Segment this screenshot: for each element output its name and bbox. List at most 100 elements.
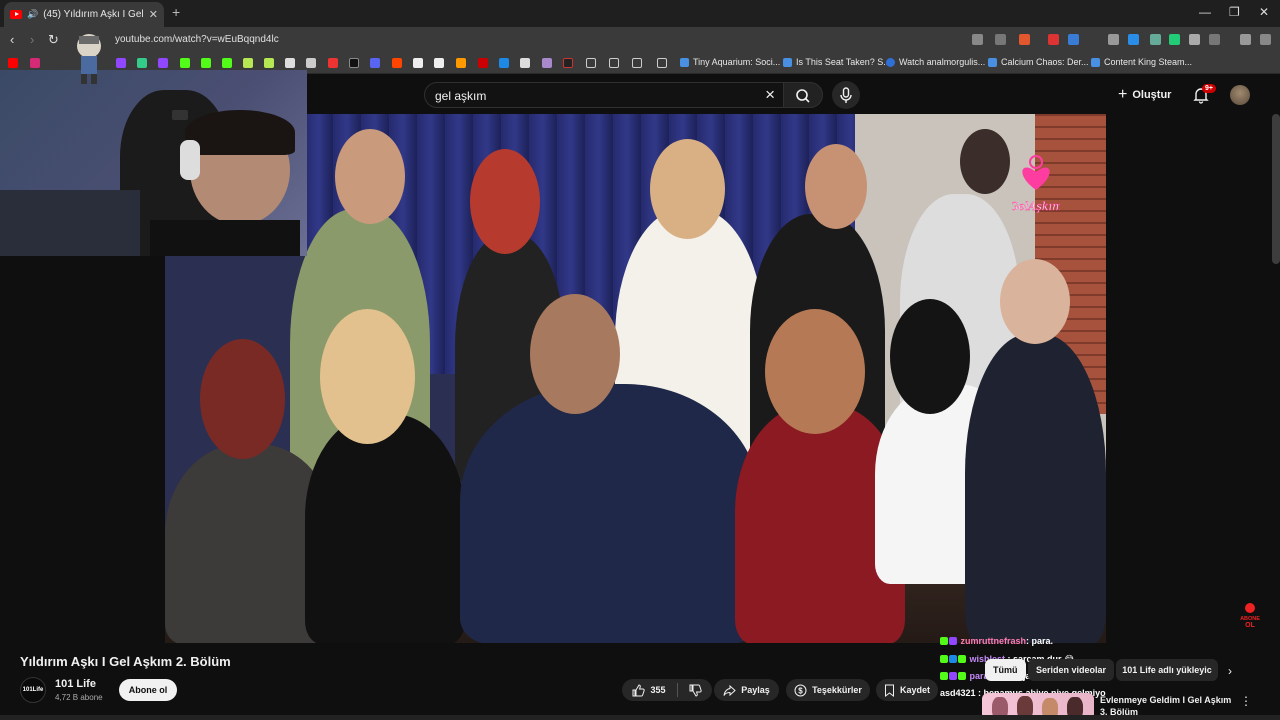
channel-name[interactable]: 101 Life <box>55 678 96 690</box>
menu-icon[interactable] <box>1260 34 1271 45</box>
extension-icon-6[interactable] <box>1169 34 1180 45</box>
bookmark-label: Is This Seat Taken? S... <box>796 57 891 67</box>
bookmark-folder-icon-2[interactable] <box>609 58 619 68</box>
bookmark-icon-f[interactable] <box>306 58 316 68</box>
search-box[interactable]: gel aşkım × <box>424 82 786 108</box>
user-avatar[interactable] <box>1230 85 1250 105</box>
bookmark-icon-g[interactable] <box>328 58 338 68</box>
thumbs-down-icon[interactable] <box>689 684 702 697</box>
thanks-button[interactable]: $ Teşekkürler <box>786 679 870 701</box>
like-button[interactable]: 355 <box>632 683 666 697</box>
chip-next-chevron-icon[interactable]: › <box>1228 664 1232 678</box>
bookmark-icon-j[interactable] <box>456 58 466 68</box>
bookmark-kick-icon-2[interactable] <box>201 58 211 68</box>
forward-icon[interactable]: › <box>30 32 34 47</box>
more-options-icon[interactable]: ⋮ <box>1240 694 1252 708</box>
bookmark-icon-e[interactable] <box>285 58 295 68</box>
install-icon[interactable] <box>972 34 983 45</box>
bookmark-icon-i[interactable] <box>434 58 444 68</box>
browser-tab-strip: 🔊 (45) Yıldırım Aşkı I Gel Aşkım ✕ + — ❐… <box>0 0 1280 27</box>
bookmark-discord-icon[interactable] <box>370 58 380 68</box>
maximize-icon[interactable]: ❐ <box>1229 5 1240 19</box>
bookmark-reddit-icon[interactable] <box>392 58 402 68</box>
share-button[interactable]: Paylaş <box>714 679 779 701</box>
bookmark-icon-a[interactable] <box>137 58 147 68</box>
bookmark-folder-icon-1[interactable] <box>586 58 596 68</box>
pet-mascot-icon <box>72 30 106 86</box>
bookmark-item-2[interactable]: Is This Seat Taken? S... <box>783 57 891 67</box>
bookmark-icon-m[interactable] <box>520 58 530 68</box>
brave-shield-icon[interactable] <box>1019 34 1030 45</box>
search-input[interactable]: gel aşkım <box>435 89 486 103</box>
bookmark-kick-icon-3[interactable] <box>222 58 232 68</box>
bookmark-icon-k[interactable] <box>478 58 488 68</box>
bookmark-icon-d[interactable] <box>264 58 274 68</box>
new-tab-button[interactable]: + <box>172 4 180 20</box>
bookmark-icon-h[interactable] <box>413 58 423 68</box>
headphones-icon <box>180 140 200 180</box>
video-person-2-head <box>470 149 540 254</box>
page-scrollbar[interactable] <box>1272 114 1280 264</box>
create-button[interactable]: + Oluştur <box>1118 86 1171 104</box>
back-icon[interactable]: ‹ <box>10 32 14 47</box>
extension-icon-5[interactable] <box>1150 34 1161 45</box>
tab-title: (45) Yıldırım Aşkı I Gel Aşkım <box>43 9 144 20</box>
chat-badge-icon <box>940 637 948 645</box>
chat-badge-icon <box>949 672 957 680</box>
bookmark-icon-b[interactable] <box>158 58 168 68</box>
extension-icon-2[interactable] <box>1068 34 1079 45</box>
microphone-icon <box>840 87 852 103</box>
video-person-5-head <box>200 339 285 459</box>
subscribe-overlay-badge[interactable]: ABONE OL <box>1238 602 1262 628</box>
music-icon[interactable] <box>1240 34 1251 45</box>
browser-tab[interactable]: 🔊 (45) Yıldırım Aşkı I Gel Aşkım ✕ <box>4 2 164 27</box>
bookmark-twitch-icon[interactable] <box>116 58 126 68</box>
video-person-8-head <box>765 309 865 434</box>
stream-icon <box>886 57 895 67</box>
chip-all[interactable]: Tümü <box>985 659 1026 681</box>
chip-uploader[interactable]: 101 Life adlı yükleyic <box>1116 659 1218 681</box>
close-window-icon[interactable]: ✕ <box>1259 5 1269 19</box>
sidebar-icon[interactable] <box>1209 34 1220 45</box>
bookmark-folder-icon-3[interactable] <box>632 58 642 68</box>
page-bottom-bar <box>0 715 1280 720</box>
voice-search-button[interactable] <box>832 81 860 109</box>
save-label: Kaydet <box>899 685 930 695</box>
bookmark-youtube-icon[interactable] <box>8 58 18 68</box>
bookmark-item-4[interactable]: Calcium Chaos: Der... <box>988 57 1089 67</box>
bookmark-item-1[interactable]: Tiny Aquarium: Soci... <box>680 57 780 67</box>
subscribe-overlay-text-2: OL <box>1245 622 1255 628</box>
url-field[interactable]: youtube.com/watch?v=wEuBqqnd4lc <box>115 34 279 45</box>
share-icon[interactable] <box>995 34 1006 45</box>
chat-badge-icon <box>949 637 957 645</box>
clear-search-icon[interactable]: × <box>765 85 775 105</box>
chip-series-videos[interactable]: Seriden videolar <box>1028 659 1115 681</box>
bookmark-kick-icon[interactable] <box>180 58 190 68</box>
minimize-icon[interactable]: — <box>1199 5 1211 19</box>
bookmark-icon-c[interactable] <box>243 58 253 68</box>
youtube-favicon-icon <box>10 10 22 19</box>
bookmark-instagram-icon[interactable] <box>30 58 40 68</box>
reload-icon[interactable]: ↻ <box>48 32 59 48</box>
extension-icon-4[interactable] <box>1128 34 1139 45</box>
bookmark-icon-o[interactable] <box>563 58 573 68</box>
channel-avatar[interactable]: 101Life <box>20 677 46 703</box>
bookmark-icon-l[interactable] <box>499 58 509 68</box>
subscribe-button[interactable]: Abone ol <box>119 679 177 701</box>
extension-icon-3[interactable] <box>1108 34 1119 45</box>
save-button[interactable]: Kaydet <box>876 679 938 701</box>
speaker-icon[interactable]: 🔊 <box>27 9 38 20</box>
extensions-puzzle-icon[interactable] <box>1189 34 1200 45</box>
bookmark-item-3[interactable]: Watch analmorgulis... <box>886 57 985 67</box>
chat-badge-icon <box>940 672 948 680</box>
search-button[interactable] <box>783 82 823 108</box>
bookmark-folder-icon-4[interactable] <box>657 58 667 68</box>
bookmark-item-5[interactable]: Content King Steam... <box>1091 57 1192 67</box>
tab-close-icon[interactable]: ✕ <box>149 8 158 21</box>
recommended-title-line: Evlenmeye Geldim I Gel Aşkım <box>1100 695 1232 705</box>
video-person-6-head <box>320 309 415 444</box>
bookmark-icon-n[interactable] <box>542 58 552 68</box>
bookmark-save-icon <box>884 684 894 697</box>
bookmark-x-icon[interactable] <box>349 58 359 68</box>
extension-icon-1[interactable] <box>1048 34 1059 45</box>
